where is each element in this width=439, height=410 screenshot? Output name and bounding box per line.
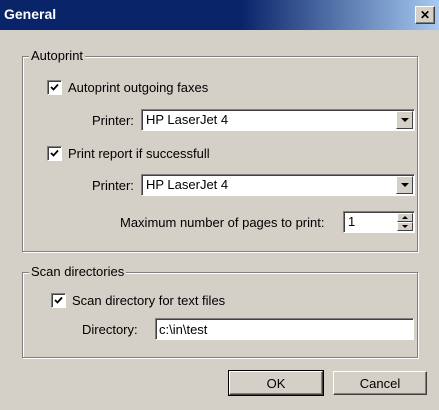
- max-pages-label: Maximum number of pages to print:: [120, 215, 325, 230]
- autoprint-outgoing-checkbox[interactable]: [47, 80, 62, 95]
- printer1-select[interactable]: HP LaserJet 4: [141, 109, 415, 131]
- cancel-button-label: Cancel: [359, 375, 401, 391]
- printer2-select[interactable]: HP LaserJet 4: [141, 174, 415, 196]
- scan-directory-label: Scan directory for text files: [72, 293, 226, 308]
- printer1-label: Printer:: [92, 113, 134, 128]
- autoprint-group-label: Autoprint: [29, 48, 86, 64]
- chevron-down-icon: [402, 225, 408, 228]
- printer2-label: Printer:: [92, 178, 134, 193]
- close-icon: ✕: [419, 8, 431, 22]
- max-pages-spinner[interactable]: 1: [343, 211, 415, 233]
- scan-directory-checkbox[interactable]: [51, 293, 66, 308]
- spin-down-button[interactable]: [397, 222, 413, 231]
- window-title: General: [4, 6, 57, 22]
- printer1-dropdown-button[interactable]: [396, 111, 413, 129]
- chevron-up-icon: [402, 216, 408, 219]
- scan-directories-group-label: Scan directories: [29, 264, 127, 280]
- print-report-label: Print report if successfull: [68, 146, 210, 161]
- printer2-dropdown-button[interactable]: [396, 176, 413, 194]
- printer2-value: HP LaserJet 4: [146, 177, 229, 192]
- print-report-checkbox[interactable]: [47, 146, 62, 161]
- check-icon: [54, 296, 63, 304]
- title-bar: General ✕: [0, 0, 439, 30]
- ok-button-label: OK: [266, 375, 286, 391]
- chevron-down-icon: [400, 118, 409, 122]
- max-pages-spin-buttons: [397, 213, 413, 231]
- directory-input[interactable]: [159, 320, 408, 338]
- cancel-button[interactable]: Cancel: [333, 371, 427, 395]
- ok-button[interactable]: OK: [228, 370, 324, 396]
- check-icon: [50, 83, 59, 91]
- spin-up-button[interactable]: [397, 213, 413, 222]
- directory-label: Directory:: [82, 322, 138, 337]
- autoprint-outgoing-label: Autoprint outgoing faxes: [68, 80, 209, 95]
- max-pages-value[interactable]: 1: [348, 214, 355, 230]
- scan-directories-group: Scan directories: [22, 264, 418, 358]
- directory-field[interactable]: [155, 318, 414, 340]
- chevron-down-icon: [400, 183, 409, 187]
- close-button[interactable]: ✕: [415, 6, 435, 24]
- check-icon: [50, 149, 59, 157]
- printer1-value: HP LaserJet 4: [146, 112, 229, 127]
